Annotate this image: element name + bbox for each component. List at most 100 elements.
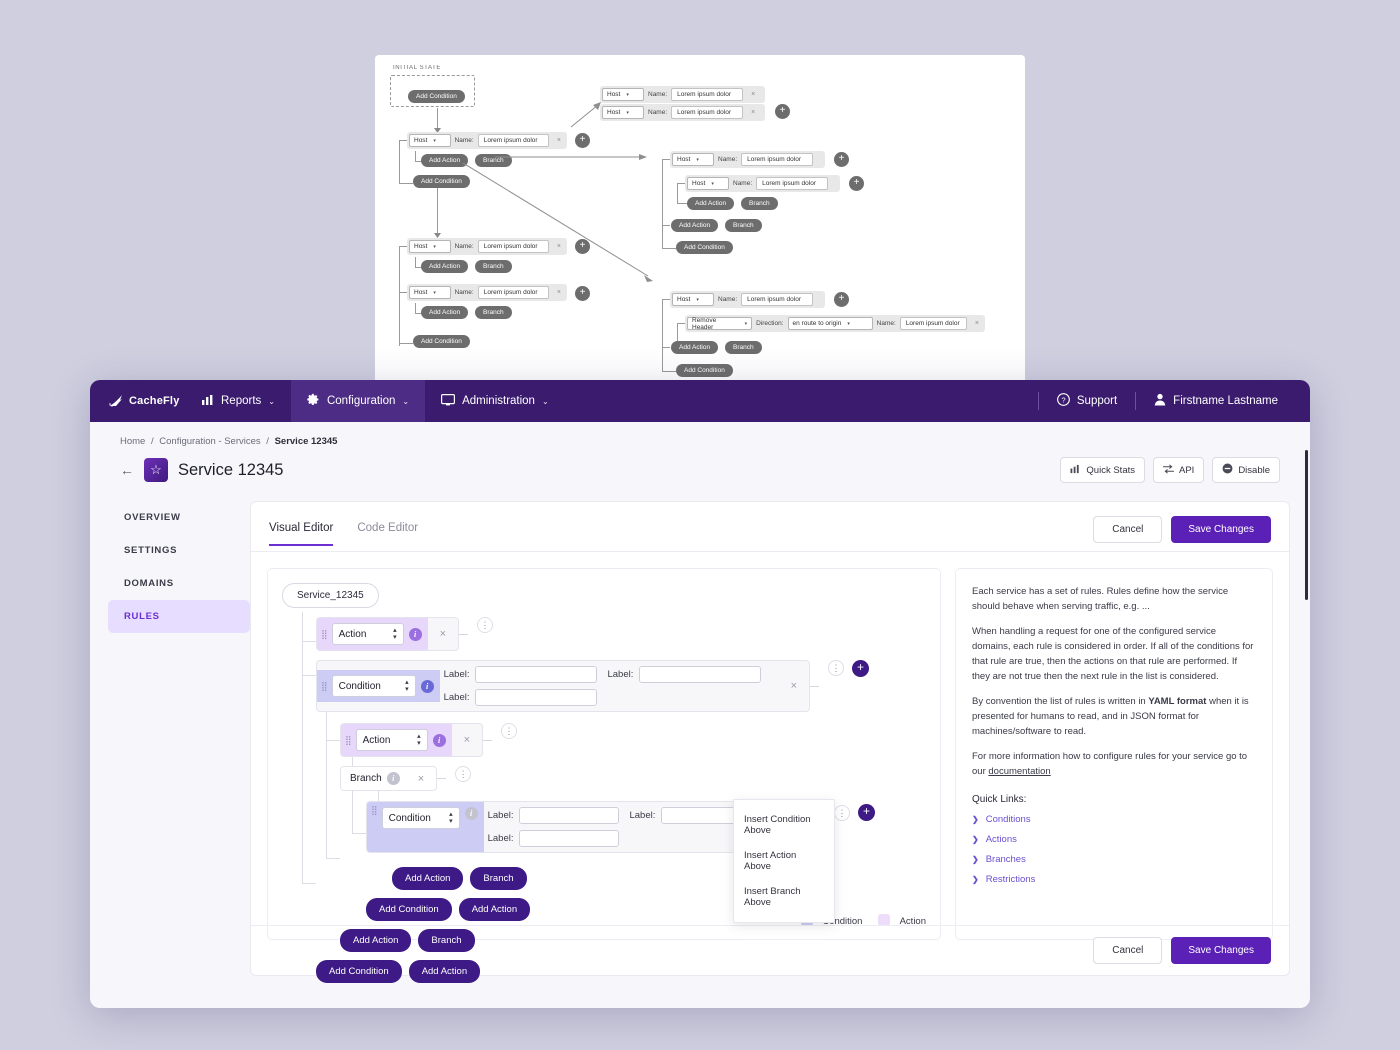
wireframe-host-select[interactable]: Host ▾ xyxy=(672,293,714,306)
info-icon[interactable]: i xyxy=(432,733,446,747)
wireframe-host-select[interactable]: Host ▾ xyxy=(409,240,451,253)
wireframe-add-condition-pill[interactable]: Add Condition xyxy=(408,90,465,103)
wireframe-add-button[interactable]: + xyxy=(849,176,864,191)
wireframe-name-input[interactable]: Lorem ipsum dolor xyxy=(741,293,814,306)
tab-visual-editor[interactable]: Visual Editor xyxy=(269,522,334,546)
tab-code-editor[interactable]: Code Editor xyxy=(357,522,418,546)
action-type-select[interactable]: Action ▴ ▾ xyxy=(355,729,428,751)
condition-type-select[interactable]: Condition ▴ ▾ xyxy=(381,807,460,829)
info-icon[interactable]: i xyxy=(386,772,400,785)
add-action-button[interactable]: Add Action xyxy=(392,867,464,890)
close-icon[interactable]: × xyxy=(553,137,565,144)
row-menu-icon[interactable]: ⋮ xyxy=(834,805,850,821)
wireframe-add-action-pill[interactable]: Add Action xyxy=(421,306,469,319)
cancel-button-top[interactable]: Cancel xyxy=(1093,516,1163,543)
nested-condition-label-input-3[interactable] xyxy=(519,830,620,847)
wireframe-add-action-pill[interactable]: Add Action xyxy=(421,260,469,273)
service-root-chip[interactable]: Service_12345 xyxy=(282,583,379,608)
wireframe-add-action-pill[interactable]: Add Action xyxy=(687,197,735,210)
row-menu-icon[interactable]: ⋮ xyxy=(828,660,844,676)
drag-handle-icon[interactable]: ⣿ xyxy=(345,735,352,744)
wireframe-host-select[interactable]: Host ▾ xyxy=(602,106,644,119)
nav-item-configuration[interactable]: Configuration ⌄ xyxy=(290,380,426,422)
action-node-body[interactable]: ⣿ Action ▴ ▾ i × xyxy=(340,723,484,757)
cancel-button-bottom[interactable]: Cancel xyxy=(1093,937,1163,964)
info-icon[interactable]: i xyxy=(420,679,434,693)
wireframe-add-condition-pill[interactable]: Add Condition xyxy=(676,241,733,254)
brand-logo-area[interactable]: CacheFly xyxy=(90,380,185,422)
remove-icon[interactable]: × xyxy=(461,734,473,746)
sidebar-item-settings[interactable]: SETTINGS xyxy=(108,534,250,567)
wireframe-branch-pill[interactable]: Branch xyxy=(725,341,762,354)
row-menu-icon[interactable]: ⋮ xyxy=(455,766,472,782)
wireframe-add-button[interactable]: + xyxy=(834,152,849,167)
drag-handle-icon[interactable]: ⣿ xyxy=(321,681,328,690)
api-button[interactable]: API xyxy=(1153,457,1205,483)
nav-item-administration[interactable]: Administration ⌄ xyxy=(425,380,565,422)
row-context-menu[interactable]: Insert Condition Above Insert Action Abo… xyxy=(733,799,835,923)
condition-label-input-2[interactable] xyxy=(639,666,762,683)
support-button[interactable]: ? Support xyxy=(1043,393,1131,409)
wireframe-host-select[interactable]: Host ▾ xyxy=(687,177,729,190)
add-action-button[interactable]: Add Action xyxy=(340,929,412,952)
row-menu-icon[interactable]: ⋮ xyxy=(501,723,518,739)
save-changes-button-top[interactable]: Save Changes xyxy=(1171,516,1271,543)
wireframe-add-condition-pill[interactable]: Add Condition xyxy=(676,364,733,377)
info-icon[interactable]: i xyxy=(464,807,478,820)
wireframe-branch-pill[interactable]: Branch xyxy=(475,306,512,319)
sidebar-item-overview[interactable]: OVERVIEW xyxy=(108,501,250,534)
action-type-select[interactable]: Action ▴ ▾ xyxy=(331,623,404,645)
add-condition-button[interactable]: Add Condition xyxy=(366,898,452,921)
wireframe-branch-pill[interactable]: Branch xyxy=(741,197,778,210)
quick-link-restrictions[interactable]: ❯ Restrictions xyxy=(972,874,1256,885)
close-icon[interactable]: × xyxy=(553,289,565,296)
nav-item-reports[interactable]: Reports ⌄ xyxy=(185,380,291,422)
wireframe-direction-select[interactable]: en route to origin ▾ xyxy=(787,317,873,330)
wireframe-name-input[interactable]: Lorem ipsum dolor xyxy=(756,177,829,190)
close-icon[interactable]: × xyxy=(747,109,759,116)
wireframe-name-input[interactable]: Lorem ipsum dolor xyxy=(477,134,549,147)
wireframe-branch-pill[interactable]: Branch xyxy=(725,219,762,232)
quick-link-actions[interactable]: ❯ Actions xyxy=(972,834,1256,845)
sidebar-item-domains[interactable]: DOMAINS xyxy=(108,567,250,600)
quick-stats-button[interactable]: Quick Stats xyxy=(1060,457,1145,483)
window-scrollbar[interactable] xyxy=(1305,450,1308,600)
menu-item-insert-action-above[interactable]: Insert Action Above xyxy=(734,843,834,879)
wireframe-remove-header-select[interactable]: Remove Header ▾ xyxy=(687,317,753,331)
wireframe-host-select[interactable]: Host ▾ xyxy=(672,153,714,166)
menu-item-insert-condition-above[interactable]: Insert Condition Above xyxy=(734,807,834,843)
add-row-button[interactable]: + xyxy=(852,660,869,677)
disable-button[interactable]: Disable xyxy=(1212,457,1280,483)
nested-condition-label-input-1[interactable] xyxy=(519,807,620,824)
branch-button[interactable]: Branch xyxy=(470,867,527,890)
save-changes-button-bottom[interactable]: Save Changes xyxy=(1171,937,1271,964)
condition-label-input-1[interactable] xyxy=(475,666,598,683)
close-icon[interactable]: × xyxy=(747,91,759,98)
add-condition-button[interactable]: Add Condition xyxy=(316,960,402,983)
wireframe-name-input[interactable]: Lorem ipsum dolor xyxy=(477,286,549,299)
wireframe-add-condition-pill[interactable]: Add Condition xyxy=(413,175,470,188)
condition-type-select[interactable]: Condition ▴ ▾ xyxy=(331,675,416,697)
drag-handle-icon[interactable]: ⣿ xyxy=(371,806,378,815)
wireframe-add-action-pill[interactable]: Add Action xyxy=(421,154,469,167)
info-icon[interactable]: i xyxy=(408,627,422,641)
wireframe-name-input[interactable]: Lorem ipsum dolor xyxy=(741,153,814,166)
branch-button[interactable]: Branch xyxy=(418,929,475,952)
sidebar-item-rules[interactable]: RULES xyxy=(108,600,250,633)
quick-link-conditions[interactable]: ❯ Conditions xyxy=(972,814,1256,825)
wireframe-add-button[interactable]: + xyxy=(834,292,849,307)
wireframe-host-select[interactable]: Host ▾ xyxy=(602,88,644,101)
wireframe-add-action-pill[interactable]: Add Action xyxy=(671,341,719,354)
wireframe-add-action-pill[interactable]: Add Action xyxy=(671,219,719,232)
menu-item-insert-branch-above[interactable]: Insert Branch Above xyxy=(734,879,834,915)
close-icon[interactable]: × xyxy=(971,320,983,327)
row-menu-icon[interactable]: ⋮ xyxy=(477,617,494,633)
wireframe-name-input[interactable]: Lorem ipsum dolor xyxy=(671,88,744,101)
documentation-link[interactable]: documentation xyxy=(988,766,1050,777)
breadcrumb-section[interactable]: Configuration - Services xyxy=(159,436,260,447)
remove-icon[interactable]: × xyxy=(788,680,800,692)
user-menu-button[interactable]: Firstname Lastname xyxy=(1140,393,1292,409)
add-row-button[interactable]: + xyxy=(858,804,875,821)
wireframe-name-input[interactable]: Lorem ipsum dolor xyxy=(671,106,744,119)
remove-icon[interactable]: × xyxy=(415,773,427,785)
